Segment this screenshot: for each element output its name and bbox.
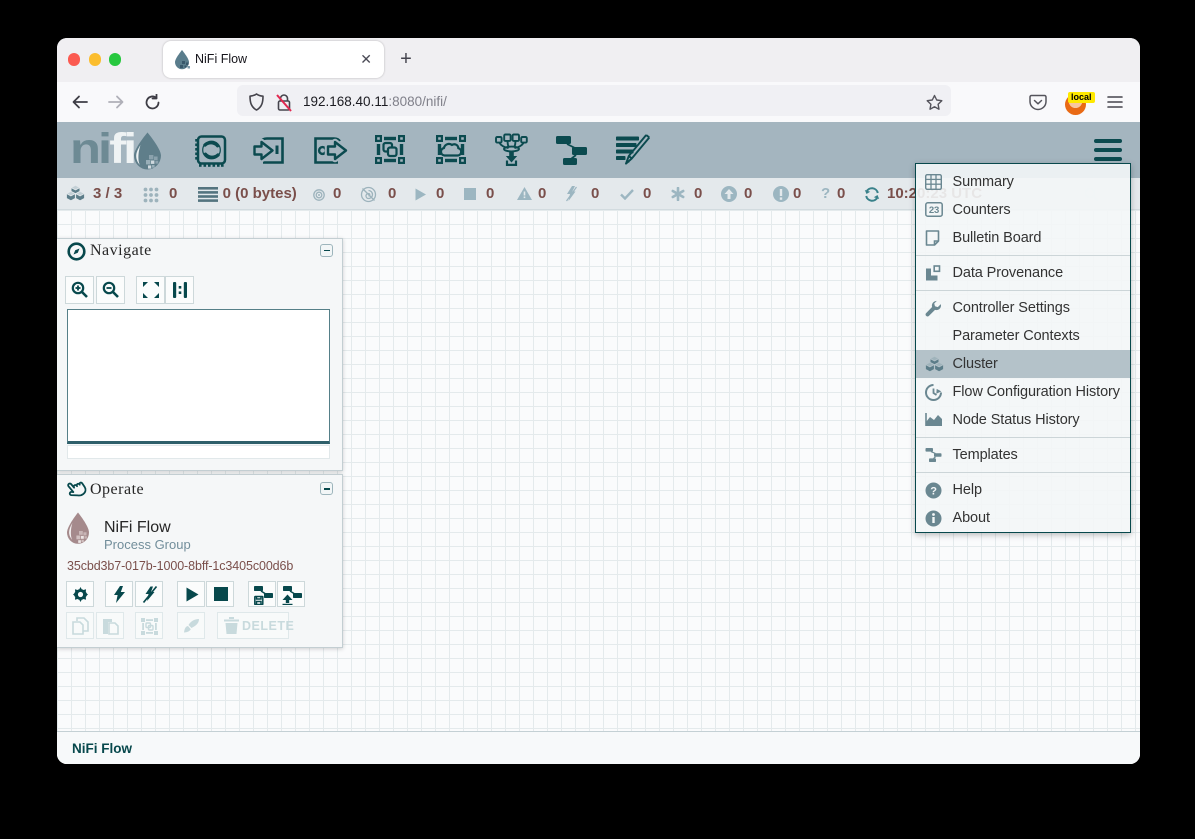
svg-text:?: ? bbox=[930, 486, 937, 498]
svg-text:23: 23 bbox=[928, 205, 938, 216]
